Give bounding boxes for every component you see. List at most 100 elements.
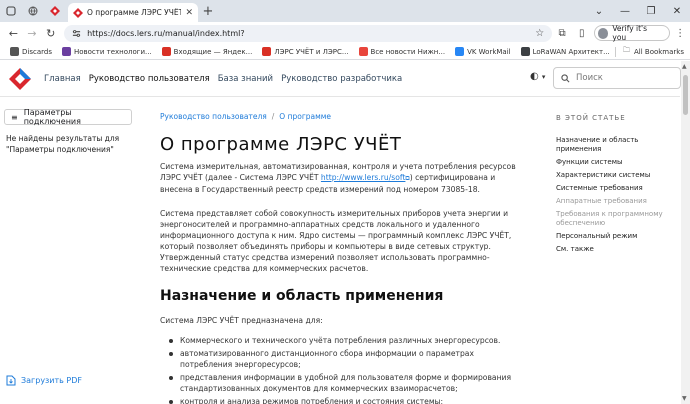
star-icon[interactable]: ☆ [535, 28, 544, 39]
scrollbar-thumb[interactable] [683, 75, 688, 115]
restore-icon[interactable]: ❐ [638, 0, 664, 22]
bookmark-4[interactable]: Все новости Нижн... [355, 47, 450, 56]
article: Руководство пользователя / О программе О… [160, 97, 520, 404]
lers-favicon-icon [73, 7, 83, 18]
browser-toolbar: ← → ↻ https://docs.lers.ru/manual/index.… [0, 22, 690, 44]
breadcrumb-item[interactable]: Руководство пользователя [160, 112, 267, 121]
bookmark-divider [614, 46, 616, 57]
params-filter-field[interactable]: ≡ Параметры подключения [4, 108, 132, 126]
tab-active[interactable]: О программе ЛЭРС УЧЁТ | Док ✕ [68, 3, 198, 22]
toc-item[interactable]: Характеристики системы [556, 171, 678, 180]
bookmark-favicon-icon [262, 47, 272, 56]
table-of-contents: В ЭТОЙ СТАТЬЕ Назначение и область приме… [556, 97, 678, 404]
menu-icon: ≡ [11, 112, 18, 122]
reload-button[interactable]: ↻ [41, 24, 60, 43]
bookmark-favicon-icon [10, 47, 19, 56]
forward-button[interactable]: → [23, 24, 42, 43]
list-item: Коммерческого и технического учёта потре… [168, 335, 518, 346]
globe-icon [28, 6, 38, 16]
no-results-message: Не найдены результаты для "Параметры под… [6, 134, 120, 154]
contrast-icon: ◐ [530, 71, 539, 82]
page-scrollbar[interactable]: ▲ ▼ [681, 61, 690, 404]
toc-item[interactable]: Системные требования [556, 184, 678, 193]
bookmarks-bar: Discards Новости технологи... Входящие —… [0, 44, 690, 60]
close-window-icon[interactable]: ✕ [664, 0, 690, 22]
left-sidebar: ≡ Параметры подключения Не найдены резул… [0, 97, 140, 404]
new-tab-button[interactable]: + [198, 0, 218, 22]
window-controls: ⌄ — ❐ ✕ [586, 0, 690, 22]
minimize-icon[interactable]: — [612, 0, 638, 22]
paragraph-description: Система представляет собой совокупность … [160, 209, 512, 273]
plus-icon: + [202, 3, 214, 19]
toc-item[interactable]: Назначение и область применения [556, 136, 678, 154]
lers-logo-icon [9, 67, 31, 90]
search-input[interactable]: Поиск [553, 67, 681, 89]
list-item: автоматизированного дистанционного сбора… [168, 348, 518, 370]
purpose-list: Коммерческого и технического учёта потре… [168, 335, 518, 404]
bookmark-6[interactable]: LoRaWAN Архитект... [517, 47, 614, 56]
tab-strip: О программе ЛЭРС УЧЁТ | Док ✕ + ⌄ — ❐ ✕ [0, 0, 690, 22]
bookmark-5[interactable]: VK WorkMail [451, 47, 515, 56]
toc-item[interactable]: Требования к программному обеспечению [556, 210, 678, 228]
toc-item[interactable]: См. также [556, 245, 678, 254]
profile-label: Verify it's you [612, 24, 648, 42]
avatar [597, 27, 609, 39]
site-header: Главная Руководство пользователя База зн… [0, 61, 681, 97]
search-icon [561, 73, 570, 82]
back-button[interactable]: ← [4, 24, 23, 43]
bookmark-favicon-icon [455, 47, 465, 56]
lers-favicon-icon [50, 6, 60, 16]
sidepanel-button[interactable]: ▯ [572, 23, 592, 43]
toc-item[interactable]: Функции системы [556, 158, 678, 167]
toc-item[interactable]: Аппаратные требования [556, 197, 678, 206]
nav-developer-guide[interactable]: Руководство разработчика [281, 74, 402, 84]
section-heading: Назначение и область применения [160, 288, 444, 304]
bookmark-2[interactable]: Входящие — Яндек... [158, 47, 257, 56]
extensions-button[interactable]: ⧉ [552, 23, 572, 43]
nav-knowledge-base[interactable]: База знаний [218, 74, 273, 84]
toc-title: В ЭТОЙ СТАТЬЕ [556, 114, 626, 122]
toc-list: Назначение и область применения Функции … [556, 136, 678, 258]
arrow-left-icon: ← [8, 26, 18, 40]
site-nav: Главная Руководство пользователя База зн… [44, 74, 402, 84]
tab-search-icon [6, 6, 16, 16]
list-item: представления информации в удобной для п… [168, 372, 518, 394]
all-bookmarks[interactable]: 🗀 All Bookmarks [612, 46, 684, 57]
theme-toggle-button[interactable]: ◐ ▾ [530, 71, 545, 82]
url-text[interactable]: https://docs.lers.ru/manual/index.html? [87, 29, 529, 38]
pdf-download-icon [6, 375, 16, 386]
bookmark-1[interactable]: Новости технологи... [58, 47, 156, 56]
tab-search-button[interactable] [0, 0, 22, 22]
paragraph-purpose: Система ЛЭРС УЧЁТ предназначена для: [160, 316, 323, 325]
close-icon[interactable]: ✕ [185, 8, 193, 18]
folder-icon: 🗀 [622, 46, 630, 54]
bookmark-favicon-icon [61, 47, 71, 56]
puzzle-icon: ⧉ [558, 27, 566, 39]
scroll-up-icon[interactable]: ▲ [682, 63, 687, 70]
arrow-right-icon: → [27, 26, 37, 40]
tab-inactive-2[interactable] [44, 0, 66, 22]
address-bar[interactable]: https://docs.lers.ru/manual/index.html? … [64, 24, 553, 42]
sidepanel-icon: ▯ [578, 27, 585, 39]
params-filter-label: Параметры подключения [23, 108, 81, 126]
nav-user-guide[interactable]: Руководство пользователя [89, 74, 210, 84]
download-pdf-link[interactable]: Загрузить PDF [6, 375, 82, 386]
list-item: контроля и анализа режимов потребления и… [168, 396, 518, 404]
bookmark-0[interactable]: Discards [6, 47, 56, 56]
tab-title: О программе ЛЭРС УЧЁТ | Док [87, 8, 182, 17]
scroll-down-icon[interactable]: ▼ [682, 395, 687, 402]
profile-button[interactable]: Verify it's you [593, 24, 671, 42]
bookmark-favicon-icon [161, 47, 171, 56]
lers-soft-link[interactable]: http://www.lers.ru/soft [321, 173, 406, 182]
site-info-icon [72, 29, 81, 37]
chevron-down-icon: ▾ [541, 73, 546, 81]
site-logo[interactable] [8, 67, 32, 91]
tab-inactive-1[interactable] [22, 0, 44, 22]
breadcrumb: Руководство пользователя / О программе [160, 112, 331, 121]
menu-button[interactable]: ⋮ [670, 23, 690, 43]
chevron-down-icon[interactable]: ⌄ [586, 0, 612, 22]
nav-home[interactable]: Главная [44, 74, 81, 84]
bookmark-3[interactable]: ЛЭРС УЧЁТ и ЛЭРС... [258, 47, 352, 56]
breadcrumb-item[interactable]: О программе [279, 112, 331, 121]
toc-item[interactable]: Персональный режим [556, 232, 678, 241]
